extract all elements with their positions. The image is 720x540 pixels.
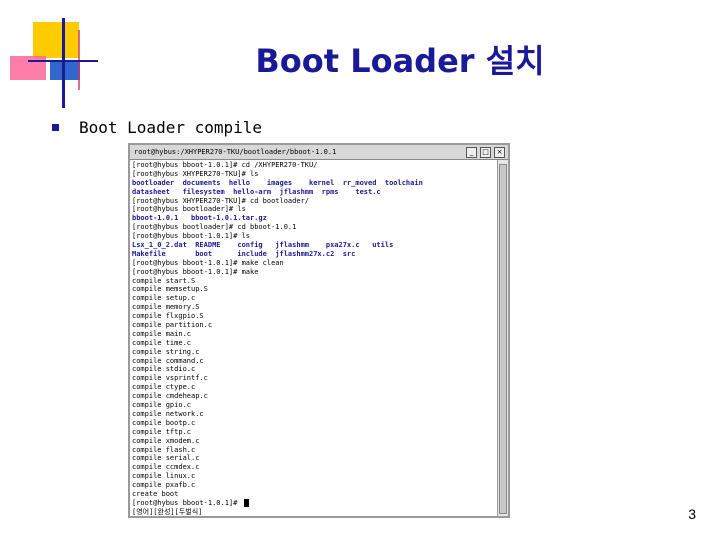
bullet-text: Boot Loader compile — [79, 117, 263, 137]
terminal-line: compile partition.c — [132, 321, 213, 330]
terminal-line: compile pxafb.c — [132, 481, 196, 490]
maximize-button[interactable]: □ — [480, 146, 491, 158]
terminal-line: compile ctype.c — [132, 383, 196, 392]
terminal-line: Makefile boot include jflashmm27x.c2 src — [132, 249, 356, 258]
terminal-line: compile string.c — [132, 347, 200, 356]
terminal-line: compile gpio.c — [132, 401, 192, 410]
terminal-line: compile xmodem.c — [132, 436, 200, 445]
terminal-line: compile stdio.c — [132, 365, 196, 374]
terminal-line: [root@hybus bboot-1.0.1]# ls — [132, 232, 251, 241]
terminal-prompt: [root@hybus bboot-1.0.1]# — [132, 498, 242, 507]
terminal-line: compile linux.c — [132, 472, 196, 481]
decor-blue-block — [50, 62, 80, 80]
terminal-scrollbar[interactable] — [497, 160, 508, 516]
terminal-cursor — [243, 498, 249, 507]
page-number: 3 — [688, 506, 696, 522]
terminal-output[interactable]: [root@hybus bboot-1.0.1]# cd /XHYPER270-… — [130, 160, 497, 516]
terminal-line: compile cmdeheap.c — [132, 392, 208, 401]
terminal-line: compile time.c — [132, 338, 192, 347]
terminal-line: compile memory.S — [132, 303, 200, 312]
decor-yellow-block — [33, 22, 79, 58]
terminal-line: compile ccmdex.c — [132, 463, 200, 472]
minimize-button[interactable]: _ — [466, 146, 477, 158]
terminal-line: bootloader documents hello images kernel… — [132, 178, 423, 187]
terminal-line: Lsx_1_0_2.dat README config jflashmm pxa… — [132, 241, 394, 250]
terminal-line: compile flash.c — [132, 445, 196, 454]
terminal-line: compile vsprintf.c — [132, 374, 208, 383]
terminal-line: compile command.c — [132, 356, 204, 365]
terminal-line: [root@hybus XHYPER270-TKU]# ls — [132, 169, 259, 178]
close-button[interactable]: × — [494, 146, 505, 158]
terminal-line: compile serial.c — [132, 454, 200, 463]
terminal-titlebar[interactable]: root@hybus:/XHYPER270-TKU/bootloader/bbo… — [130, 145, 508, 160]
terminal-line: create boot — [132, 489, 179, 498]
terminal-line: [root@hybus bboot-1.0.1]# cd /XHYPER270-… — [132, 161, 318, 169]
terminal-line: compile main.c — [132, 329, 192, 338]
terminal-line: datasheet filesystem hello-arm jflashmm … — [132, 187, 381, 196]
terminal-line: compile bootp.c — [132, 418, 196, 427]
terminal-line: compile setup.c — [132, 294, 196, 303]
terminal-line: bboot-1.0.1 bboot-1.0.1.tar.gz — [132, 214, 267, 223]
terminal-title: root@hybus:/XHYPER270-TKU/bootloader/bbo… — [134, 148, 337, 156]
terminal-line: [root@hybus bboot-1.0.1]# make — [132, 267, 259, 276]
terminal-line: compile start.S — [132, 276, 196, 285]
terminal-line: [root@hybus bootloader]# ls — [132, 205, 246, 214]
terminal-line: compile network.c — [132, 409, 204, 418]
slide-title: Boot Loader 설치 — [255, 42, 545, 80]
decor-vertical-line — [62, 18, 65, 108]
terminal-prompt-line[interactable]: [root@hybus bboot-1.0.1]# — [132, 498, 495, 508]
terminal-line: [root@hybus bootloader]# cd bboot-1.0.1 — [132, 223, 297, 232]
terminal-line: compile memsetup.S — [132, 285, 208, 294]
decor-horizontal-line — [28, 60, 98, 62]
bullet-item: Boot Loader compile — [52, 116, 262, 138]
terminal-line: [root@hybus bboot-1.0.1]# make clean — [132, 258, 284, 267]
scrollbar-thumb[interactable] — [499, 164, 507, 514]
terminal-window[interactable]: root@hybus:/XHYPER270-TKU/bootloader/bbo… — [128, 143, 510, 518]
terminal-line: compile flxgpio.S — [132, 312, 204, 321]
ime-status-line: [영어][완성][두벌식] — [132, 507, 203, 516]
bullet-square-icon — [52, 123, 59, 131]
terminal-line: compile tftp.c — [132, 427, 192, 436]
terminal-line: [root@hybus XHYPER270-TKU]# cd bootloade… — [132, 196, 310, 205]
